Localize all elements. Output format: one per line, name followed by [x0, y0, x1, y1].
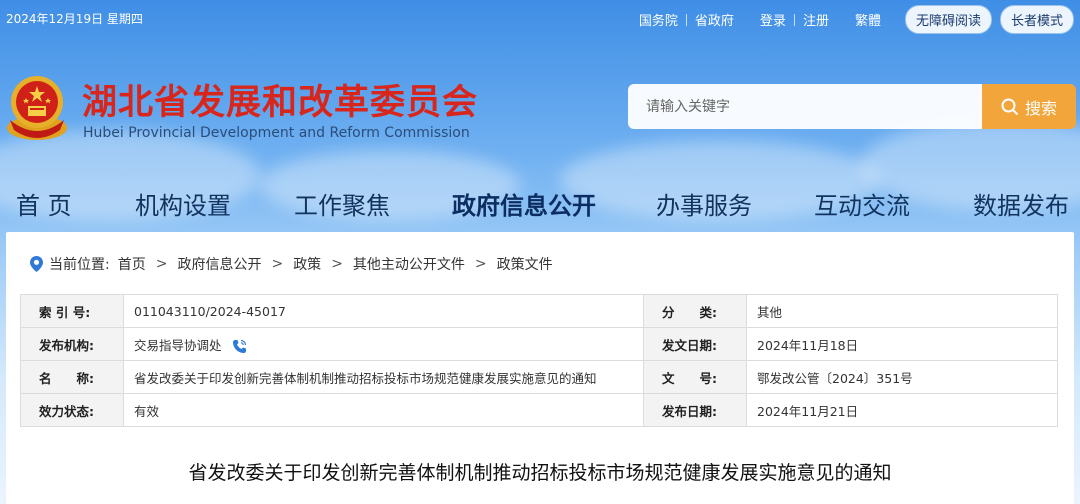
search-button-label: 搜索	[1024, 98, 1057, 118]
document-title: 省发改委关于印发创新完善体制机制推动招标投标市场规范健康发展实施意见的通知	[188, 462, 892, 484]
content-panel: 当前位置: 首页 > 政府信息公开 > 政策 > 其他主动公开文件 > 政策文件…	[6, 232, 1074, 504]
breadcrumb-gov-info[interactable]: 政府信息公开	[177, 254, 261, 274]
name-value: 省发改委关于印发创新完善体制机制推动招标投标市场规范健康发展实施意见的通知	[123, 360, 644, 394]
document-metadata-table: 索 引 号: 011043110/2024-45017 分 类: 其他 发布机构…	[20, 294, 1058, 427]
breadcrumb-separator: >	[271, 256, 284, 272]
pub-date-label: 发布日期:	[643, 393, 747, 427]
category-value: 其他	[746, 294, 1058, 328]
link-state-council[interactable]: 国务院	[639, 10, 678, 29]
pub-date-value: 2024年11月21日	[746, 393, 1058, 427]
breadcrumb-prefix: 当前位置:	[49, 257, 110, 273]
breadcrumb-home[interactable]: 首页	[118, 254, 146, 274]
nav-work-focus[interactable]: 工作聚焦	[294, 186, 390, 221]
doc-number-label: 文 号:	[643, 360, 747, 394]
nav-interaction[interactable]: 互动交流	[814, 186, 910, 221]
publisher-label: 发布机构:	[20, 327, 124, 361]
name-label: 名 称:	[20, 360, 124, 394]
category-label: 分 类:	[643, 294, 747, 328]
status-label: 效力状态:	[20, 393, 124, 427]
search-button[interactable]: 搜索	[982, 84, 1076, 129]
login-link[interactable]: 登录	[760, 10, 786, 29]
main-nav: 首 页 机构设置 工作聚焦 政府信息公开 办事服务 互动交流 数据发布	[0, 186, 1080, 226]
table-row: 效力状态: 有效 发布日期: 2024年11月21日	[20, 393, 1058, 427]
national-emblem-icon	[4, 70, 70, 142]
publisher-cell: 交易指导协调处	[123, 327, 644, 361]
nav-data-release[interactable]: 数据发布	[973, 186, 1069, 221]
top-bar: 2024年12月19日 星期四 国务院 省政府 登录 注册 繁體 无障碍阅读 长…	[0, 0, 1080, 36]
search-input[interactable]	[628, 84, 982, 129]
nav-gov-info-disclosure[interactable]: 政府信息公开	[452, 186, 596, 221]
traditional-chinese-link[interactable]: 繁體	[855, 10, 881, 29]
phone-icon[interactable]	[232, 339, 247, 354]
nav-home[interactable]: 首 页	[16, 186, 72, 221]
breadcrumb-other-files[interactable]: 其他主动公开文件	[353, 254, 465, 274]
issue-date-label: 发文日期:	[643, 327, 747, 361]
site-subtitle: Hubei Provincial Development and Reform …	[83, 125, 470, 141]
breadcrumb-policy-files[interactable]: 政策文件	[497, 254, 553, 274]
site-title: 湖北省发展和改革委员会	[82, 82, 479, 123]
breadcrumb-separator: >	[474, 256, 487, 272]
register-link[interactable]: 注册	[803, 10, 829, 29]
breadcrumb-separator: >	[331, 256, 343, 272]
accessibility-button[interactable]: 无障碍阅读	[904, 5, 992, 34]
divider	[685, 13, 687, 26]
link-provincial-government[interactable]: 省政府	[695, 10, 734, 29]
nav-organization[interactable]: 机构设置	[135, 186, 231, 221]
doc-number-value: 鄂发改公管〔2024〕351号	[746, 360, 1058, 394]
top-links: 国务院 省政府 登录 注册 繁體 无障碍阅读 长者模式	[639, 5, 1074, 34]
nav-services[interactable]: 办事服务	[656, 186, 752, 221]
divider	[793, 13, 795, 26]
table-row: 发布机构: 交易指导协调处 发文日期: 2024年11月18日	[20, 327, 1058, 361]
breadcrumb-policy[interactable]: 政策	[293, 254, 321, 274]
publisher-value: 交易指导协调处	[134, 337, 222, 353]
breadcrumb-separator: >	[155, 256, 168, 272]
index-label: 索 引 号:	[20, 294, 124, 328]
breadcrumb: 当前位置: 首页 > 政府信息公开 > 政策 > 其他主动公开文件 > 政策文件	[30, 254, 553, 274]
search-icon	[1001, 98, 1019, 115]
location-pin-icon	[30, 256, 43, 272]
current-date: 2024年12月19日 星期四	[6, 12, 143, 26]
table-row: 索 引 号: 011043110/2024-45017 分 类: 其他	[20, 294, 1058, 328]
index-value: 011043110/2024-45017	[123, 294, 644, 328]
table-row: 名 称: 省发改委关于印发创新完善体制机制推动招标投标市场规范健康发展实施意见的…	[20, 360, 1058, 394]
issue-date-value: 2024年11月18日	[746, 327, 1058, 361]
elderly-mode-button[interactable]: 长者模式	[999, 5, 1074, 34]
status-value: 有效	[123, 393, 644, 427]
